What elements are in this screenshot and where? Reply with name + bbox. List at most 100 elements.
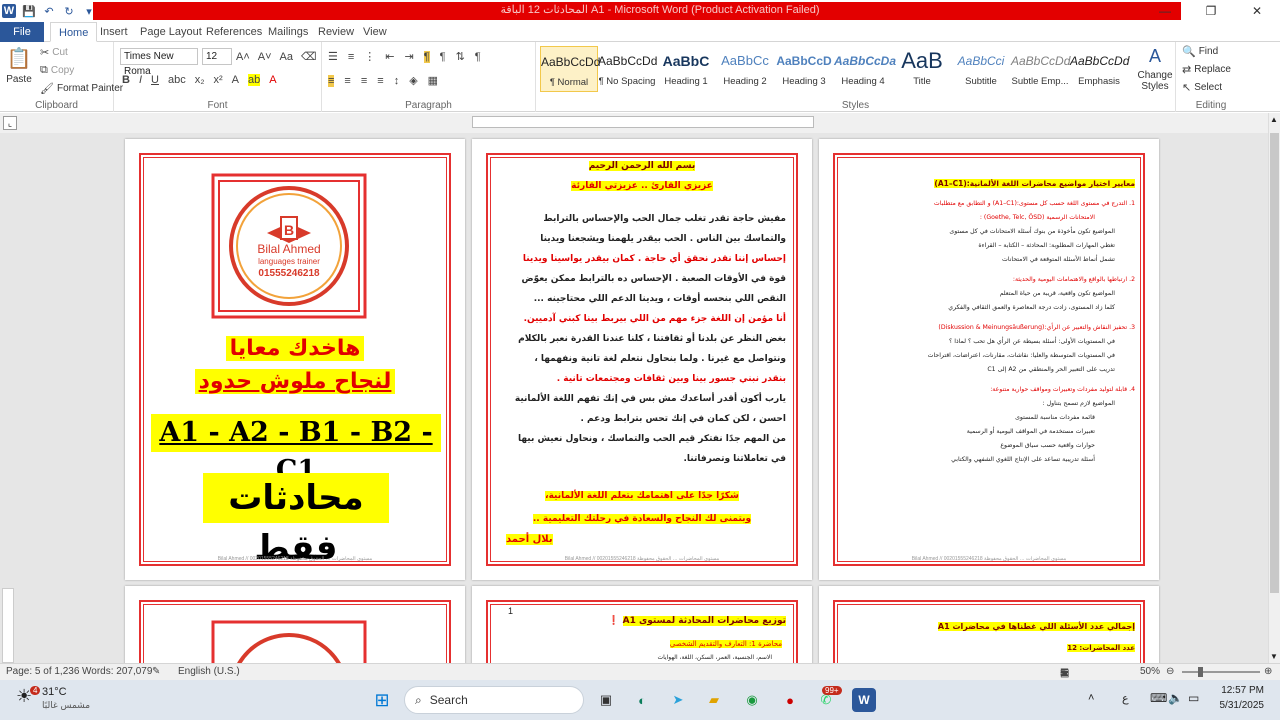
start-button-icon[interactable]: ⊞ [370,688,394,712]
borders-icon[interactable]: ▦ [428,74,438,87]
save-icon[interactable]: 💾 [22,4,36,18]
word-taskbar-icon[interactable]: W [852,688,876,712]
proofing-icon[interactable]: ✎ [152,666,160,677]
zoom-in-icon[interactable]: ⊕ [1264,666,1272,677]
line-spacing-icon[interactable]: ↕ [394,75,400,87]
tab-mailings[interactable]: Mailings [260,22,316,42]
recorder-icon[interactable]: ● [778,688,802,712]
style-heading-3[interactable]: AaBbCcD Heading 3 [775,46,833,92]
subscript-icon[interactable]: x₂ [195,74,205,86]
weather-desc[interactable]: مشمس غالبًا [42,701,90,711]
page-distribution[interactable]: 1 توزيع محاضرات المحادثة لمستوى A1 ❗ محا… [472,586,812,663]
strikethrough-icon[interactable]: abc [168,74,186,86]
bold-icon[interactable]: B [122,74,130,86]
style-subtle-emphasis[interactable]: AaBbCcDd Subtle Emp... [1011,46,1070,92]
chrome-icon[interactable]: ◉ [740,688,764,712]
italic-icon[interactable]: I [139,74,142,86]
align-left-icon[interactable]: ≡ [328,74,335,87]
grow-font-icon[interactable]: A˄ [236,51,250,63]
shading-icon[interactable]: ◈ [409,74,417,87]
weather-temp[interactable]: 31°C [42,686,67,698]
edge-icon[interactable]: ◐ [630,688,654,712]
file-explorer-icon[interactable]: ▰ [702,688,726,712]
numbering-icon[interactable]: ≡ [348,51,354,63]
cut-button[interactable]: ✂ Cut [40,46,68,59]
tab-view[interactable]: View [355,22,395,42]
battery-icon[interactable]: ▭ [1188,691,1199,705]
clock-time[interactable]: 12:57 PM [1208,685,1264,696]
page-criteria[interactable]: معايير اختيار مواضيع محاضرات اللغة الألم… [819,139,1159,580]
ltr-icon[interactable]: ¶ [423,50,430,63]
select-button[interactable]: ↖ Select [1182,81,1222,94]
font-name-box[interactable]: Times New Roma [120,48,198,77]
page-cover-2[interactable] [125,586,465,663]
style-emphasis[interactable]: AaBbCcDd Emphasis [1070,46,1129,92]
highlight-icon[interactable]: ab [248,74,261,86]
bullets-icon[interactable]: ☰ [328,50,338,63]
font-size-box[interactable]: 12 [202,48,232,65]
volume-icon[interactable]: 🔈 [1168,691,1183,705]
align-right-icon[interactable]: ≡ [361,75,367,87]
change-case-icon[interactable]: Aa [280,51,293,63]
document-area[interactable]: B Bilal Ahmed languages trainer 01555246… [0,133,1268,663]
search-box[interactable]: ⌕ Search [404,686,584,714]
change-styles-button[interactable]: A Change Styles [1136,46,1174,92]
font-color-icon[interactable]: A [269,74,276,86]
scroll-up-icon[interactable]: ▲ [1270,115,1278,124]
tab-selector-icon[interactable]: ⌞ [3,116,17,130]
minimize-button[interactable]: — [1142,0,1188,22]
zoom-slider[interactable] [1182,671,1260,673]
sort-icon[interactable]: ⇅ [456,50,465,63]
page-cover[interactable]: B Bilal Ahmed languages trainer 01555246… [125,139,465,580]
style-subtitle[interactable]: AaBbCci Subtitle [952,46,1010,92]
scroll-thumb[interactable] [1270,133,1279,593]
style-no-spacing[interactable]: AaBbCcDd ¶ No Spacing [598,46,657,92]
vertical-scrollbar[interactable]: ▲ ▼ [1268,113,1280,663]
style-heading-1[interactable]: AaBbC Heading 1 [657,46,715,92]
show-marks-icon[interactable]: ¶ [475,51,481,63]
paste-button[interactable]: 📋 Paste [6,46,32,85]
justify-icon[interactable]: ≡ [377,75,383,87]
zoom-out-icon[interactable]: ⊖ [1166,666,1174,677]
page-letter[interactable]: بسم الله الرحمن الرحيم عزيزي القارئ .. ع… [472,139,812,580]
undo-icon[interactable]: ↶ [42,4,56,18]
underline-icon[interactable]: U [151,74,159,86]
page-count[interactable]: Page: 5 of 1,236 [6,666,79,677]
rtl-icon[interactable]: ¶ [440,51,446,63]
close-button[interactable]: ✕ [1234,0,1280,22]
shrink-font-icon[interactable]: A˅ [258,51,272,63]
page-summary[interactable]: إجمالي عدد الأسئلة اللي غطناها في محاضرا… [819,586,1159,663]
zoom-slider-thumb[interactable] [1198,667,1203,677]
task-view-icon[interactable]: ▣ [594,688,618,712]
scroll-down-icon[interactable]: ▼ [1270,652,1278,661]
style-title[interactable]: AaB Title [893,46,951,92]
tab-home[interactable]: Home [50,22,98,42]
style-heading-2[interactable]: AaBbCc Heading 2 [716,46,774,92]
horizontal-ruler[interactable] [472,116,814,128]
increase-indent-icon[interactable]: ⇥ [405,50,414,63]
redo-icon[interactable]: ↻ [62,4,76,18]
input-language[interactable]: ع [1122,692,1129,705]
clear-format-icon[interactable]: ⌫ [301,50,317,63]
telegram-icon[interactable]: ➤ [666,688,690,712]
style-heading-4[interactable]: AaBbCcDa Heading 4 [834,46,896,92]
replace-button[interactable]: ⇄ Replace [1182,63,1231,76]
show-hidden-icon[interactable]: ˄ [1088,692,1094,704]
format-painter-button[interactable]: 🖌 Format Painter [40,82,123,95]
restore-button[interactable]: ❐ [1188,0,1234,22]
zoom-level[interactable]: 50% [1140,666,1160,677]
clock-date[interactable]: 5/31/2025 [1208,700,1265,711]
multilevel-list-icon[interactable]: ⋮ [364,50,375,63]
text-effects-icon[interactable]: A [232,74,239,86]
language-indicator[interactable]: English (U.S.) [178,666,240,677]
style-normal[interactable]: AaBbCcDd ¶ Normal [540,46,600,92]
decrease-indent-icon[interactable]: ⇤ [385,50,394,63]
word-count[interactable]: Words: 207,079 [82,666,152,677]
superscript-icon[interactable]: x² [214,74,223,86]
find-button[interactable]: 🔍 Find [1182,45,1218,58]
draft-icon[interactable]: ≡ [1060,668,1066,679]
align-center-icon[interactable]: ≡ [344,75,350,87]
network-icon[interactable]: ⌨ [1150,691,1167,705]
copy-button[interactable]: ⧉ Copy [40,64,74,77]
tab-file[interactable]: File [0,22,44,42]
